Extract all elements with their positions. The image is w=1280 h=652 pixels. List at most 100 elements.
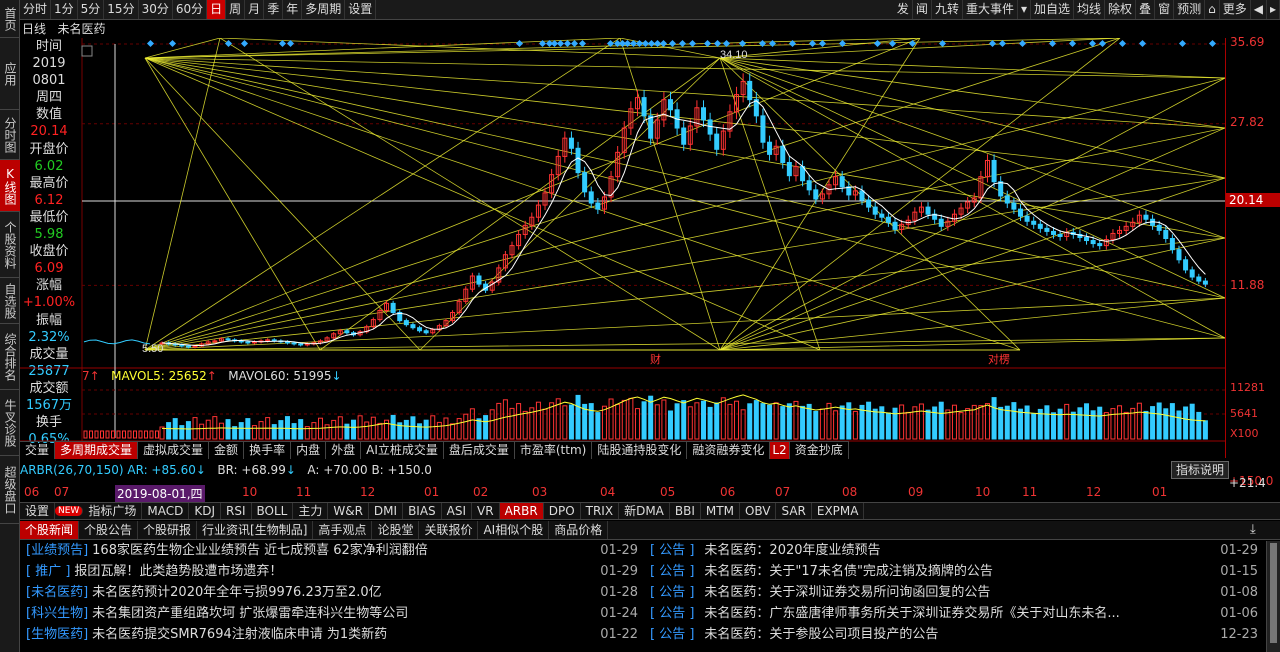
news-title[interactable]: 未名医药预计2020年全年亏损9976.23万至2.0亿 <box>92 585 382 600</box>
subtab-8[interactable]: 盘后成交量 <box>444 442 515 459</box>
nav-tab-1[interactable]: 应用 <box>0 38 20 110</box>
period-tab-10[interactable]: 年 <box>283 0 303 19</box>
news-tab-3[interactable]: 行业资讯[生物制品] <box>197 521 314 539</box>
news-tab-4[interactable]: 高手观点 <box>313 521 373 539</box>
subtab-12[interactable]: L2 <box>770 442 790 459</box>
news-right-row[interactable]: [ 公告 ] 未名医药：关于参股公司项目投产的公告 12-23 <box>650 625 1258 645</box>
subtab-3[interactable]: 金额 <box>209 442 245 459</box>
notice-title[interactable]: 未名医药：关于"17未名债"完成注销及摘牌的公告 <box>704 564 993 579</box>
subtab-7[interactable]: AI立桩成交量 <box>361 442 444 459</box>
indicator-tab-21[interactable]: EXPMA <box>812 503 865 519</box>
indicator-tab-0[interactable]: 设置 <box>20 503 56 519</box>
indicator-tab-8[interactable]: W&R <box>328 503 369 519</box>
notice-title[interactable]: 未名医药：关于参股公司项目投产的公告 <box>704 627 938 642</box>
period-tab-4[interactable]: 30分 <box>139 0 173 19</box>
indicator-tab-14[interactable]: DPO <box>544 503 581 519</box>
indicator-tab-10[interactable]: BIAS <box>403 503 442 519</box>
period-tab-0[interactable]: 分时 <box>20 0 52 19</box>
indicator-tab-13[interactable]: ARBR <box>499 503 544 519</box>
toolbar-button-11[interactable]: ⌂ <box>1205 0 1220 19</box>
news-tab-5[interactable]: 论股堂 <box>372 521 420 539</box>
toolbar-button-6[interactable]: 均线 <box>1074 0 1106 19</box>
toolbar-button-5[interactable]: 加自选 <box>1031 0 1075 19</box>
period-tab-3[interactable]: 15分 <box>104 0 139 19</box>
news-tab-2[interactable]: 个股研报 <box>138 521 198 539</box>
indicator-tab-3[interactable]: MACD <box>142 503 190 519</box>
subtab-0[interactable]: 交量 <box>20 442 56 459</box>
news-scrollbar[interactable] <box>1266 541 1280 652</box>
news-right-row[interactable]: [ 公告 ] 未名医药：2020年度业绩预告 01-29 <box>650 541 1258 561</box>
news-tab-8[interactable]: 商品价格 <box>549 521 609 539</box>
toolbar-button-3[interactable]: 重大事件 <box>963 0 1018 19</box>
subtab-2[interactable]: 虚拟成交量 <box>138 442 210 459</box>
nav-tab-2[interactable]: 分时图 <box>0 110 20 160</box>
subtab-11[interactable]: 融资融券变化 <box>687 442 771 459</box>
indicator-tab-7[interactable]: 主力 <box>293 503 329 519</box>
news-right-row[interactable]: [ 公告 ] 未名医药：关于"17未名债"完成注销及摘牌的公告 01-15 <box>650 562 1258 582</box>
toolbar-button-4[interactable]: ▾ <box>1018 0 1031 19</box>
news-title[interactable]: 168家医药生物企业业绩预告 近七成预喜 62家净利润翻倍 <box>92 543 428 558</box>
nav-tab-0[interactable]: 首页 <box>0 0 20 38</box>
kline-chart[interactable]: 34.10 5.50 财 对楞 <box>20 38 1225 458</box>
period-tab-6[interactable]: 日 <box>207 0 227 19</box>
toolbar-button-0[interactable]: 发 <box>894 0 913 19</box>
period-tab-1[interactable]: 1分 <box>51 0 78 19</box>
toolbar-button-13[interactable]: ◀ <box>1251 0 1267 19</box>
news-tab-6[interactable]: 关联报价 <box>419 521 479 539</box>
toolbar-button-2[interactable]: 九转 <box>932 0 963 19</box>
indicator-tab-6[interactable]: BOLL <box>252 503 294 519</box>
indicator-tab-9[interactable]: DMI <box>369 503 404 519</box>
period-tab-12[interactable]: 设置 <box>345 0 377 19</box>
subtab-13[interactable]: 资金抄底 <box>790 442 849 459</box>
notice-title[interactable]: 未名医药：广东盛唐律师事务所关于深圳证券交易所《关于对山东未名... <box>704 606 1119 621</box>
news-left-row[interactable]: [科兴生物] 未名集团资产重组路坎坷 扩张爆雷牵连科兴生物等公司 01-24 <box>26 604 638 624</box>
news-tab-1[interactable]: 个股公告 <box>79 521 139 539</box>
nav-tab-5[interactable]: 自选股 <box>0 278 20 324</box>
indicator-tab-15[interactable]: TRIX <box>581 503 620 519</box>
news-tab-0[interactable]: 个股新闻 <box>20 521 80 539</box>
period-tab-8[interactable]: 月 <box>245 0 265 19</box>
nav-tab-6[interactable]: 综合排名 <box>0 324 20 390</box>
indicator-tab-20[interactable]: SAR <box>776 503 812 519</box>
indicator-tab-18[interactable]: MTM <box>701 503 740 519</box>
news-tab-7[interactable]: AI相似个股 <box>478 521 550 539</box>
toolbar-button-14[interactable]: ▸ <box>1267 0 1280 19</box>
indicator-help-button[interactable]: 指标说明 <box>1170 461 1229 479</box>
notice-title[interactable]: 未名医药：关于深圳证券交易所问询函回复的公告 <box>704 585 990 600</box>
subtab-1[interactable]: 多周期成交量 <box>55 442 139 459</box>
news-title[interactable]: 报团瓦解！此类趋势股遭市场遗弃！ <box>74 564 282 579</box>
news-left-row[interactable]: [生物医药] 未名医药提交SMR7694注射液临床申请 为1类新药 01-22 <box>26 625 638 645</box>
period-tab-11[interactable]: 多周期 <box>302 0 346 19</box>
news-title[interactable]: 未名集团资产重组路坎坷 扩张爆雷牵连科兴生物等公司 <box>92 606 408 621</box>
download-icon[interactable]: ⤓ <box>1250 522 1256 537</box>
toolbar-button-8[interactable]: 叠 <box>1136 0 1156 19</box>
nav-tab-8[interactable]: 超级盘口 <box>0 456 20 524</box>
subtab-9[interactable]: 市盈率(ttm) <box>515 442 593 459</box>
period-tab-5[interactable]: 60分 <box>173 0 208 19</box>
toolbar-button-9[interactable]: 窗 <box>1155 0 1175 19</box>
notice-title[interactable]: 未名医药：2020年度业绩预告 <box>704 543 880 558</box>
indicator-tab-11[interactable]: ASI <box>442 503 473 519</box>
nav-tab-7[interactable]: 牛叉诊股 <box>0 390 20 456</box>
indicator-tab-16[interactable]: 新DMA <box>619 503 670 519</box>
indicator-tab-5[interactable]: RSI <box>221 503 252 519</box>
nav-tab-4[interactable]: 个股资料 <box>0 212 20 278</box>
indicator-tab-1[interactable]: NEW <box>55 506 84 516</box>
indicator-tab-17[interactable]: BBI <box>670 503 701 519</box>
toolbar-button-1[interactable]: 闻 <box>913 0 932 19</box>
indicator-tab-2[interactable]: 指标广场 <box>83 503 143 519</box>
subtab-4[interactable]: 换手率 <box>244 442 292 459</box>
nav-tab-3[interactable]: K线图 <box>0 160 20 212</box>
news-left-row[interactable]: [ 推广 ] 报团瓦解！此类趋势股遭市场遗弃！ 01-29 <box>26 562 638 582</box>
news-title[interactable]: 未名医药提交SMR7694注射液临床申请 为1类新药 <box>92 627 387 642</box>
period-tab-2[interactable]: 5分 <box>78 0 105 19</box>
subtab-5[interactable]: 内盘 <box>291 442 327 459</box>
toolbar-button-12[interactable]: 更多 <box>1220 0 1251 19</box>
period-tab-7[interactable]: 周 <box>226 0 246 19</box>
news-left-row[interactable]: [业绩预告] 168家医药生物企业业绩预告 近七成预喜 62家净利润翻倍 01-29 <box>26 541 638 561</box>
news-right-row[interactable]: [ 公告 ] 未名医药：关于深圳证券交易所问询函回复的公告 01-08 <box>650 583 1258 603</box>
subtab-6[interactable]: 外盘 <box>326 442 362 459</box>
indicator-tab-12[interactable]: VR <box>472 503 500 519</box>
toolbar-button-7[interactable]: 除权 <box>1105 0 1137 19</box>
news-right-row[interactable]: [ 公告 ] 未名医药：广东盛唐律师事务所关于深圳证券交易所《关于对山东未名...… <box>650 604 1258 624</box>
